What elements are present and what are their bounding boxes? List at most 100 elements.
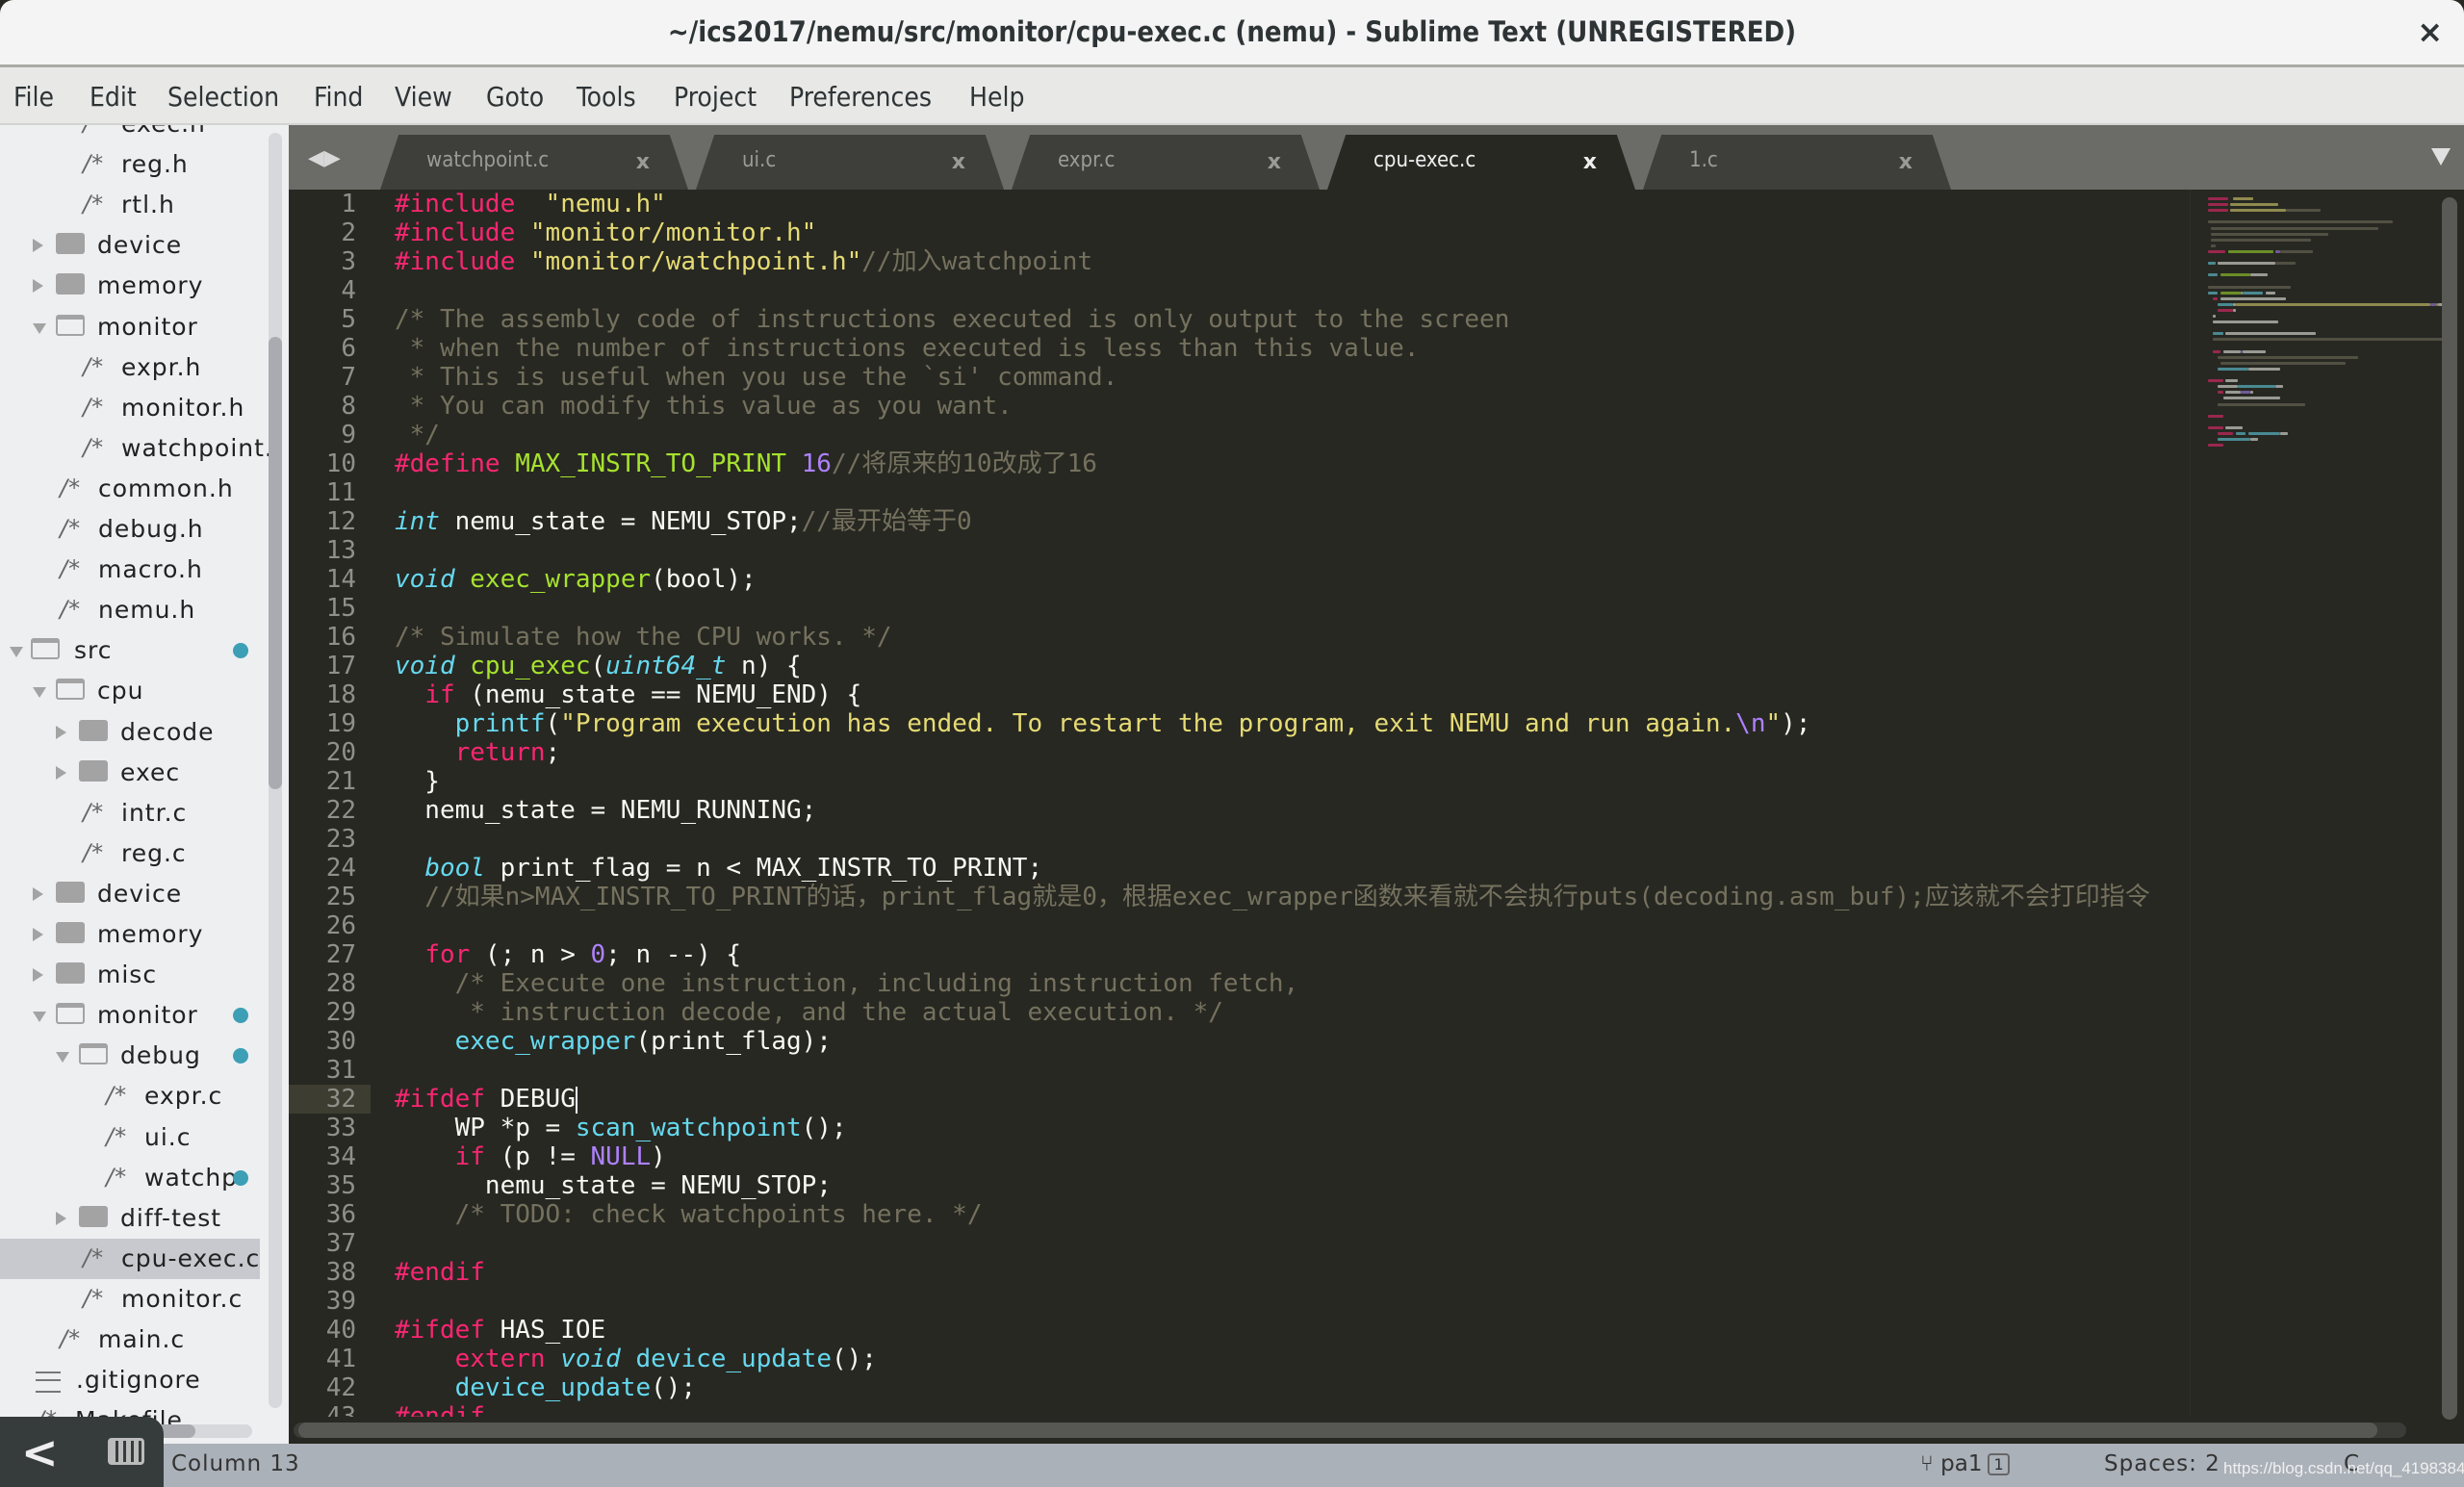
sidebar-item-cpu-exec-c[interactable]: /* cpu-exec.c (0, 1238, 260, 1279)
menu-project[interactable]: Project (674, 81, 757, 113)
sidebar-item-exec[interactable]: exec (0, 753, 260, 793)
sidebar-item--gitignore[interactable]: .gitignore (0, 1360, 260, 1400)
sidebar-item-nemu-h[interactable]: /* nemu.h (0, 590, 260, 630)
menu-goto[interactable]: Goto (486, 81, 544, 113)
code-line[interactable]: 41 extern void device_update(); (289, 1345, 2190, 1373)
tab-cpu-exec-c[interactable]: cpu-exec.c x (1327, 135, 1635, 190)
code-line[interactable]: 17 void cpu_exec(uint64_t n) { (289, 652, 2190, 680)
tab-nav-arrows-icon[interactable]: ◀▶ (308, 146, 341, 170)
tab-ui-c[interactable]: ui.c x (696, 135, 1004, 190)
code-line[interactable]: 24 bool print_flag = n < MAX_INSTR_TO_PR… (289, 854, 2190, 883)
disclosure-collapsed-icon[interactable] (56, 725, 66, 739)
sidebar-item-reg-c[interactable]: /* reg.c (0, 833, 260, 874)
disclosure-collapsed-icon[interactable] (33, 279, 43, 294)
code-line[interactable]: 25 //如果n>MAX_INSTR_TO_PRINT的话，print_flag… (289, 883, 2190, 911)
code-line[interactable]: 36 /* TODO: check watchpoints here. */ (289, 1200, 2190, 1229)
code-line[interactable]: 27 for (; n > 0; n --) { (289, 940, 2190, 969)
menu-help[interactable]: Help (969, 81, 1024, 113)
sidebar-item-src[interactable]: src (0, 630, 260, 671)
code-line[interactable]: 12 int nemu_state = NEMU_STOP;//最开始等于0 (289, 507, 2190, 536)
tab-expr-c[interactable]: expr.c x (1012, 135, 1320, 190)
menu-view[interactable]: View (395, 81, 452, 113)
sidebar-item-main-c[interactable]: /* main.c (0, 1320, 260, 1360)
disclosure-collapsed-icon[interactable] (33, 928, 43, 941)
editor-vertical-scrollbar-thumb[interactable] (2442, 197, 2457, 1420)
sidebar-item-monitor[interactable]: monitor (0, 995, 260, 1036)
minimap[interactable] (2190, 190, 2453, 1417)
disclosure-expanded-icon[interactable] (10, 647, 23, 658)
tab-watchpoint-c[interactable]: watchpoint.c x (380, 135, 688, 190)
code-line[interactable]: 31 (289, 1056, 2190, 1085)
sidebar-item-exec-h[interactable]: /* exec.h (0, 125, 260, 144)
sidebar-item-decode[interactable]: decode (0, 712, 260, 753)
code-line[interactable]: 33 WP *p = scan_watchpoint(); (289, 1114, 2190, 1142)
code-line[interactable]: 1 #include "nemu.h" (289, 190, 2190, 218)
code-line[interactable]: 34 if (p != NULL) (289, 1142, 2190, 1171)
editor-horizontal-scrollbar-thumb[interactable] (298, 1423, 2377, 1438)
sidebar-item-reg-h[interactable]: /* reg.h (0, 144, 260, 185)
sidebar-item-device[interactable]: device (0, 874, 260, 914)
git-branch-indicator[interactable]: ⑂ pa1 1 (1920, 1451, 2010, 1476)
code-line[interactable]: 16 /* Simulate how the CPU works. */ (289, 623, 2190, 652)
sidebar-item-monitor-h[interactable]: /* monitor.h (0, 388, 260, 428)
code-line[interactable]: 18 if (nemu_state == NEMU_END) { (289, 680, 2190, 709)
code-line[interactable]: 30 exec_wrapper(print_flag); (289, 1027, 2190, 1056)
code-line[interactable]: 22 nemu_state = NEMU_RUNNING; (289, 796, 2190, 825)
tab-close-icon[interactable]: x (1583, 150, 1597, 174)
sidebar-vertical-scrollbar-thumb[interactable] (269, 337, 282, 789)
code-line[interactable]: 13 (289, 536, 2190, 565)
sidebar-item-watchp[interactable]: /* watchp (0, 1158, 260, 1198)
sidebar-item-device[interactable]: device (0, 225, 260, 266)
sidebar-item-debug[interactable]: debug (0, 1036, 260, 1076)
disclosure-expanded-icon[interactable] (33, 322, 46, 334)
tab-close-icon[interactable]: x (952, 150, 965, 174)
sidebar-item-rtl-h[interactable]: /* rtl.h (0, 185, 260, 225)
sidebar-item-ui-c[interactable]: /* ui.c (0, 1117, 260, 1158)
code-line[interactable]: 14 void exec_wrapper(bool); (289, 565, 2190, 594)
code-line[interactable]: 3 #include "monitor/watchpoint.h"//加入watc… (289, 247, 2190, 276)
code-line[interactable]: 40 #ifdef HAS_IOE (289, 1316, 2190, 1345)
sidebar-item-memory[interactable]: memory (0, 266, 260, 306)
sidebar-item-expr-c[interactable]: /* expr.c (0, 1076, 260, 1116)
disclosure-collapsed-icon[interactable] (33, 968, 43, 983)
sidebar-item-macro-h[interactable]: /* macro.h (0, 550, 260, 590)
code-editor[interactable]: 1 #include "nemu.h" 2 #include "monitor/mon… (289, 190, 2190, 1417)
code-line[interactable]: 9 */ (289, 421, 2190, 449)
disclosure-expanded-icon[interactable] (56, 1052, 69, 1064)
disclosure-collapsed-icon[interactable] (33, 239, 43, 253)
code-line[interactable]: 11 (289, 478, 2190, 507)
code-line[interactable]: 2 #include "monitor/monitor.h" (289, 218, 2190, 247)
code-line[interactable]: 20 return; (289, 738, 2190, 767)
code-line[interactable]: 21 } (289, 767, 2190, 796)
code-line[interactable]: 32 #ifdef DEBUG (289, 1085, 2190, 1114)
tab-list-dropdown-icon[interactable] (2431, 148, 2451, 166)
code-line[interactable]: 6 * when the number of instructions exec… (289, 334, 2190, 363)
sidebar-item-debug-h[interactable]: /* debug.h (0, 509, 260, 550)
code-line[interactable]: 7 * This is useful when you use the `si'… (289, 363, 2190, 392)
code-line[interactable]: 23 (289, 825, 2190, 854)
keyboard-icon[interactable] (108, 1438, 144, 1465)
code-line[interactable]: 29 * instruction decode, and the actual … (289, 998, 2190, 1027)
sidebar-item-common-h[interactable]: /* common.h (0, 469, 260, 509)
code-line[interactable]: 43 #endif (289, 1402, 2190, 1417)
window-close-button[interactable]: × (2417, 13, 2443, 50)
sidebar-item-expr-h[interactable]: /* expr.h (0, 347, 260, 388)
tab-close-icon[interactable]: x (1268, 150, 1281, 174)
sidebar-item-monitor-c[interactable]: /* monitor.c (0, 1279, 260, 1320)
tab-close-icon[interactable]: x (636, 150, 650, 174)
menu-selection[interactable]: Selection (167, 81, 279, 113)
code-line[interactable]: 26 (289, 911, 2190, 940)
code-line[interactable]: 5 /* The assembly code of instructions ex… (289, 305, 2190, 334)
sidebar-item-intr-c[interactable]: /* intr.c (0, 793, 260, 833)
sidebar-item-diff-test[interactable]: diff-test (0, 1198, 260, 1239)
tab-close-icon[interactable]: x (1899, 150, 1912, 174)
code-line[interactable]: 19 printf("Program execution has ended. … (289, 709, 2190, 738)
disclosure-collapsed-icon[interactable] (56, 1211, 66, 1225)
disclosure-collapsed-icon[interactable] (56, 765, 66, 780)
code-line[interactable]: 35 nemu_state = NEMU_STOP; (289, 1171, 2190, 1200)
code-line[interactable]: 28 /* Execute one instruction, including… (289, 969, 2190, 998)
code-line[interactable]: 15 (289, 594, 2190, 623)
disclosure-expanded-icon[interactable] (33, 1012, 46, 1023)
menu-tools[interactable]: Tools (577, 81, 636, 113)
code-line[interactable]: 39 (289, 1287, 2190, 1316)
